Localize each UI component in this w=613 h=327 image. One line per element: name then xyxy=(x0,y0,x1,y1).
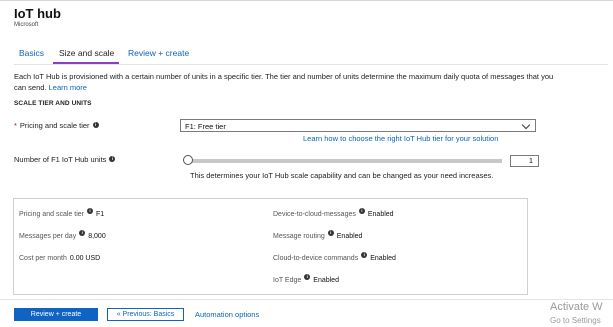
summary-value: Enabled xyxy=(313,277,339,284)
info-icon[interactable]: i xyxy=(304,273,311,280)
summary-label: Message routing xyxy=(273,233,325,240)
section-title: SCALE TIER AND UNITS xyxy=(14,100,92,107)
chevron-down-icon xyxy=(521,120,531,130)
summary-device-to-cloud: Device-to-cloud-messagesiEnabled xyxy=(273,203,394,221)
summary-value: 8,000 xyxy=(88,233,106,240)
tab-size-and-scale[interactable]: Size and scale xyxy=(59,48,114,58)
summary-label: Cloud-to-device commands xyxy=(273,255,359,262)
description: Each IoT Hub is provisioned with a certa… xyxy=(14,71,554,93)
summary-iot-edge: IoT EdgeiEnabled xyxy=(273,269,339,287)
info-icon[interactable]: i xyxy=(79,229,86,236)
summary-label: Device-to-cloud-messages xyxy=(273,211,356,218)
summary-value: Enabled xyxy=(370,255,396,262)
pricing-tier-dropdown[interactable]: F1: Free tier xyxy=(180,119,536,132)
description-text: Each IoT Hub is provisioned with a certa… xyxy=(14,72,554,92)
units-slider-thumb[interactable] xyxy=(183,155,193,165)
info-icon[interactable]: i xyxy=(92,122,99,129)
activate-watermark-line2: Go to Settings xyxy=(550,316,601,325)
footer-divider xyxy=(0,299,613,300)
summary-box: Pricing and scale tieriF1 Messages per d… xyxy=(13,198,528,295)
tab-review-create[interactable]: Review + create xyxy=(128,48,189,58)
pricing-tier-label-text: Pricing and scale tier xyxy=(19,121,90,130)
summary-value: F1 xyxy=(95,211,105,218)
tabs-divider xyxy=(14,64,608,65)
summary-label: Messages per day xyxy=(19,233,77,240)
learn-more-link[interactable]: Learn more xyxy=(49,83,87,92)
info-icon[interactable]: i xyxy=(86,207,93,214)
summary-value: Enabled xyxy=(336,233,363,240)
summary-pricing-tier: Pricing and scale tieriF1 xyxy=(19,203,104,221)
activate-watermark-line1: Activate W xyxy=(550,301,603,313)
page-subtitle: Microsoft xyxy=(14,22,39,28)
summary-label: IoT Edge xyxy=(273,277,302,284)
units-label: Number of F1 IoT Hub units i xyxy=(14,155,116,164)
summary-messages-per-day: Messages per dayi8,000 xyxy=(19,225,106,243)
top-border xyxy=(0,0,613,1)
units-help-text: This determines your IoT Hub scale capab… xyxy=(190,171,494,180)
pricing-tier-label: * Pricing and scale tier i xyxy=(14,121,99,130)
summary-label: Cost per month xyxy=(19,255,67,262)
info-icon[interactable]: i xyxy=(358,207,365,214)
pricing-tier-value: F1: Free tier xyxy=(185,122,226,131)
review-create-button[interactable]: Review + create xyxy=(14,308,98,321)
summary-cloud-to-device: Cloud-to-device commandsiEnabled xyxy=(273,247,396,265)
summary-cost-per-month: Cost per month 0.00 USD xyxy=(19,247,100,265)
units-slider-track[interactable] xyxy=(190,159,502,163)
automation-options-link[interactable]: Automation options xyxy=(195,310,259,319)
summary-message-routing: Message routingiEnabled xyxy=(273,225,362,243)
tab-basics[interactable]: Basics xyxy=(19,48,44,58)
info-icon[interactable]: i xyxy=(327,229,334,236)
info-icon[interactable]: i xyxy=(109,156,116,163)
choose-tier-link[interactable]: Learn how to choose the right IoT Hub ti… xyxy=(303,134,498,143)
units-label-text: Number of F1 IoT Hub units xyxy=(14,155,107,164)
summary-value: 0.00 USD xyxy=(69,255,101,262)
page-title: IoT hub xyxy=(14,6,61,21)
summary-value: Enabled xyxy=(367,211,394,218)
previous-basics-button[interactable]: « Previous: Basics xyxy=(107,308,184,321)
summary-label: Pricing and scale tier xyxy=(19,211,84,218)
units-input[interactable]: 1 xyxy=(510,155,539,167)
info-icon[interactable]: i xyxy=(361,251,368,258)
required-star: * xyxy=(14,121,17,130)
